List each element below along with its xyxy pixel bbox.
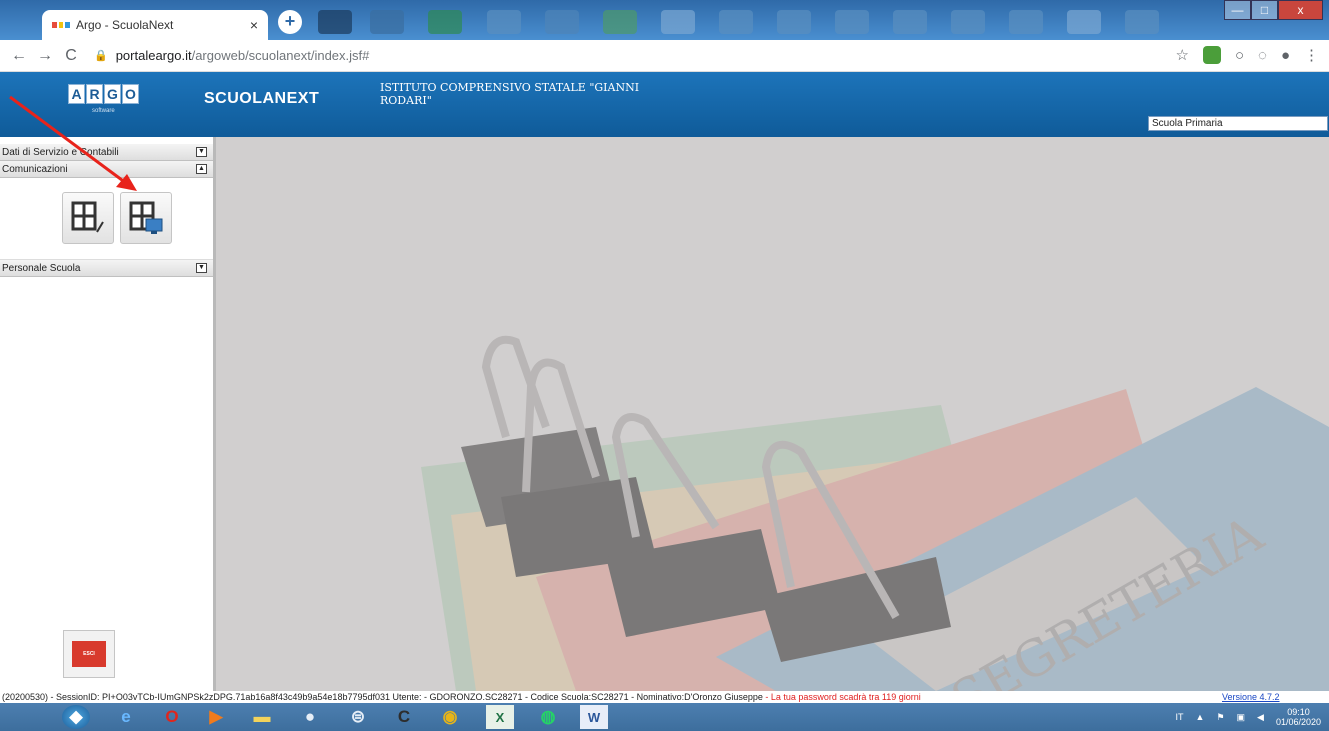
password-warning: - La tua password scadrà tra 119 giorni [762, 692, 921, 702]
system-tray: IT ▲ ⚑ ▣ ◀ 09:10 01/06/2020 [1176, 707, 1321, 727]
url-host: portaleargo.it [115, 48, 192, 63]
profile-icon[interactable]: ● [1281, 47, 1290, 64]
comunicazioni-buttons [0, 178, 213, 260]
chat-tab-icon[interactable] [1009, 10, 1043, 34]
school-name: ISTITUTO COMPRENSIVO STATALE "GIANNI ROD… [380, 81, 640, 107]
window-controls: — □ x [1224, 0, 1323, 20]
chat-tab-icon[interactable] [1125, 10, 1159, 34]
tray-expand-icon[interactable]: ▲ [1196, 712, 1205, 722]
version-link[interactable]: Versione 4.7.2 [1222, 691, 1280, 703]
app-tab-icon[interactable] [318, 10, 352, 34]
sheet-tab-icon[interactable] [603, 10, 637, 34]
chat-tab-icon[interactable] [777, 10, 811, 34]
sidebar-section-label: Dati di Servizio e Contabili [2, 146, 119, 158]
url-path: /argoweb/scuolanext/index.jsf# [191, 48, 370, 63]
chat-tab-icon[interactable] [719, 10, 753, 34]
doc-tab-icon[interactable] [661, 10, 695, 34]
media-player-icon[interactable]: ▶ [202, 705, 230, 729]
sidebar-section-personale[interactable]: Personale Scuola ▼ [0, 260, 213, 277]
menu-dots-icon[interactable]: ⋮ [1304, 46, 1319, 64]
sidebar-section-label: Comunicazioni [2, 163, 68, 175]
back-arrow-icon[interactable]: ← [6, 47, 32, 65]
chat-tab-icon[interactable] [835, 10, 869, 34]
bacheca-view-button[interactable] [120, 192, 172, 244]
file-explorer-icon[interactable]: ▬ [248, 705, 276, 729]
argo-favicon-icon [52, 22, 71, 28]
app-tab-icon[interactable] [545, 10, 579, 34]
extension-circle-icon[interactable]: ○ [1235, 47, 1244, 64]
chat-tab-icon[interactable] [951, 10, 985, 34]
excel-icon[interactable]: X [486, 705, 514, 729]
chat-tab-icon[interactable] [487, 10, 521, 34]
volume-icon[interactable]: ◀ [1257, 712, 1264, 723]
browser-title-bar: Argo - ScuolaNext × + — □ x [0, 0, 1329, 40]
expand-arrow-icon[interactable]: ▼ [196, 263, 207, 273]
chat-app-icon[interactable]: ● [296, 705, 324, 729]
word-icon[interactable]: W [580, 705, 608, 729]
flag-icon[interactable]: ⚑ [1216, 712, 1224, 723]
url-field[interactable]: 🔒 portaleargo.it/argoweb/scuolanext/inde… [94, 48, 369, 63]
browser-tab[interactable]: Argo - ScuolaNext × [42, 10, 268, 40]
main-content-area: SEGRETERIA [216, 137, 1329, 691]
network-icon[interactable]: ▣ [1237, 712, 1246, 723]
sidebar-section-dati-servizio[interactable]: Dati di Servizio e Contabili ▼ [0, 144, 213, 161]
language-indicator[interactable]: IT [1176, 712, 1184, 722]
internet-explorer-icon[interactable]: e [112, 705, 140, 729]
start-button-icon[interactable]: ◆ [62, 705, 90, 729]
exit-label: ESCI [72, 641, 106, 667]
clock-date: 01/06/2020 [1275, 717, 1321, 727]
ccleaner-icon[interactable]: C [390, 705, 418, 729]
clock[interactable]: 09:10 01/06/2020 [1276, 707, 1321, 727]
collapse-arrow-icon[interactable]: ▲ [196, 164, 207, 174]
logo-subtitle: software [92, 108, 115, 114]
expand-arrow-icon[interactable]: ▼ [196, 147, 207, 157]
maximize-button[interactable]: □ [1251, 0, 1278, 20]
sidebar-section-comunicazioni[interactable]: Comunicazioni ▲ [0, 161, 213, 178]
opera-icon[interactable]: O [158, 705, 186, 729]
close-window-button[interactable]: x [1278, 0, 1323, 20]
tab-close-icon[interactable]: × [250, 17, 258, 33]
brand-title: SCUOLANEXT [204, 90, 320, 107]
new-tab-button[interactable]: + [278, 10, 302, 34]
extension-shield-icon[interactable] [1202, 46, 1221, 64]
status-line: (20200530) - SessionID: PI+O03vTCb-IUmGN… [0, 691, 1329, 703]
whatsapp-icon[interactable]: ◍ [534, 705, 562, 729]
network-app-icon[interactable]: ⊜ [344, 705, 372, 729]
argo-logo: ARGO [68, 84, 139, 104]
app-header: ARGO software SCUOLANEXT ISTITUTO COMPRE… [0, 72, 1329, 137]
forward-arrow-icon[interactable]: → [32, 47, 58, 65]
clock-time: 09:10 [1287, 707, 1310, 717]
chat-tab-icon[interactable] [893, 10, 927, 34]
sidebar: Dati di Servizio e Contabili ▼ Comunicaz… [0, 137, 216, 691]
sidebar-section-label: Personale Scuola [2, 262, 81, 274]
lock-icon: 🔒 [94, 50, 108, 62]
extension-chat-icon[interactable]: ◌ [1258, 47, 1267, 64]
excel-tab-icon[interactable] [428, 10, 462, 34]
board-edit-icon [71, 201, 104, 233]
toolbar-right: ☆ ○ ◌ ● ⋮ [1176, 46, 1319, 64]
folders-clips-illustration: SEGRETERIA [421, 335, 1329, 691]
board-view-icon [129, 201, 163, 234]
reload-icon[interactable]: C [58, 47, 84, 65]
school-level-select[interactable]: Scuola Primaria [1148, 116, 1328, 131]
doc-tab-icon[interactable] [1067, 10, 1101, 34]
minimize-button[interactable]: — [1224, 0, 1251, 20]
address-bar: ← → C 🔒 portaleargo.it/argoweb/scuolanex… [0, 40, 1329, 72]
app-tab-icon[interactable] [370, 10, 404, 34]
chrome-icon[interactable]: ◉ [436, 705, 464, 729]
bacheca-edit-button[interactable] [62, 192, 114, 244]
taskbar: ◆ e O ▶ ▬ ● ⊜ C ◉ X ◍ W IT ▲ ⚑ ▣ ◀ 09:10… [0, 703, 1329, 731]
session-info: (20200530) - SessionID: PI+O03vTCb-IUmGN… [2, 692, 763, 702]
star-bookmark-icon[interactable]: ☆ [1176, 46, 1189, 64]
tab-title: Argo - ScuolaNext [76, 18, 174, 32]
exit-button[interactable]: ESCI [63, 630, 115, 678]
